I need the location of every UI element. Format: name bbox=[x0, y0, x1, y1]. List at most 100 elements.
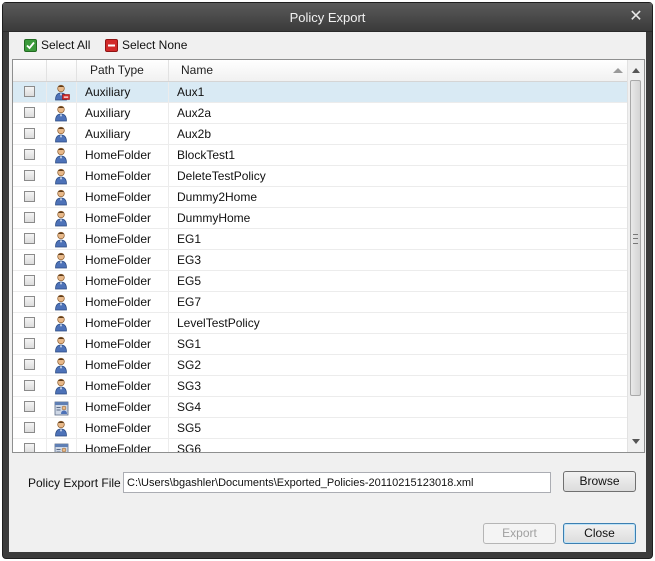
row-checkbox[interactable] bbox=[24, 401, 35, 412]
select-all-button[interactable]: Select All bbox=[24, 37, 90, 53]
table-row[interactable]: HomeFolder SG2 bbox=[13, 355, 629, 376]
group-icon bbox=[54, 441, 70, 452]
row-checkbox-cell bbox=[13, 187, 47, 207]
table-row[interactable]: HomeFolder Dummy2Home bbox=[13, 187, 629, 208]
row-checkbox[interactable] bbox=[24, 317, 35, 328]
header-name[interactable]: Name bbox=[169, 60, 629, 81]
row-checkbox-cell bbox=[13, 376, 47, 396]
row-name: SG2 bbox=[169, 355, 629, 375]
row-checkbox[interactable] bbox=[24, 380, 35, 391]
table-row[interactable]: HomeFolder SG6 bbox=[13, 439, 629, 452]
row-checkbox-cell bbox=[13, 166, 47, 186]
export-file-path-input[interactable] bbox=[123, 472, 551, 493]
row-name: Aux2a bbox=[169, 103, 629, 123]
table-row[interactable]: HomeFolder SG4 bbox=[13, 397, 629, 418]
row-checkbox[interactable] bbox=[24, 296, 35, 307]
row-checkbox-cell bbox=[13, 124, 47, 144]
row-checkbox[interactable] bbox=[24, 422, 35, 433]
table-row[interactable]: HomeFolder DeleteTestPolicy bbox=[13, 166, 629, 187]
table-row[interactable]: HomeFolder EG5 bbox=[13, 271, 629, 292]
row-checkbox-cell bbox=[13, 397, 47, 417]
row-checkbox[interactable] bbox=[24, 275, 35, 286]
close-button[interactable]: Close bbox=[563, 523, 636, 544]
vertical-scrollbar[interactable] bbox=[627, 60, 644, 452]
row-icon-cell bbox=[47, 166, 77, 186]
row-icon-cell bbox=[47, 145, 77, 165]
export-file-label: Policy Export File bbox=[28, 476, 121, 490]
title-bar[interactable]: Policy Export ✕ bbox=[3, 3, 652, 32]
table-row[interactable]: HomeFolder SG5 bbox=[13, 418, 629, 439]
row-checkbox[interactable] bbox=[24, 86, 35, 97]
row-checkbox[interactable] bbox=[24, 254, 35, 265]
close-icon[interactable]: ✕ bbox=[628, 9, 644, 25]
row-icon-cell bbox=[47, 439, 77, 452]
row-path-type: HomeFolder bbox=[77, 145, 169, 165]
row-path-type: HomeFolder bbox=[77, 292, 169, 312]
row-checkbox[interactable] bbox=[24, 128, 35, 139]
table-row[interactable]: HomeFolder LevelTestPolicy bbox=[13, 313, 629, 334]
row-checkbox[interactable] bbox=[24, 338, 35, 349]
row-icon-cell bbox=[47, 82, 77, 102]
row-name: SG3 bbox=[169, 376, 629, 396]
row-icon-cell bbox=[47, 355, 77, 375]
table-row[interactable]: Auxiliary Aux2b bbox=[13, 124, 629, 145]
table-row[interactable]: HomeFolder SG3 bbox=[13, 376, 629, 397]
row-checkbox[interactable] bbox=[24, 170, 35, 181]
row-path-type: HomeFolder bbox=[77, 313, 169, 333]
row-checkbox[interactable] bbox=[24, 233, 35, 244]
row-name: DeleteTestPolicy bbox=[169, 166, 629, 186]
table-row[interactable]: HomeFolder DummyHome bbox=[13, 208, 629, 229]
row-path-type: HomeFolder bbox=[77, 355, 169, 375]
row-name: SG5 bbox=[169, 418, 629, 438]
row-path-type: HomeFolder bbox=[77, 439, 169, 452]
table-row[interactable]: Auxiliary Aux2a bbox=[13, 103, 629, 124]
header-checkbox-column[interactable] bbox=[13, 60, 47, 81]
row-checkbox[interactable] bbox=[24, 191, 35, 202]
grid-header: Path Type Name bbox=[13, 60, 629, 82]
grid-rows: Auxiliary Aux1 Auxiliary Aux2a Auxiliary Aux2… bbox=[13, 82, 629, 452]
row-checkbox-cell bbox=[13, 334, 47, 354]
row-path-type: HomeFolder bbox=[77, 187, 169, 207]
row-path-type: Auxiliary bbox=[77, 82, 169, 102]
row-checkbox[interactable] bbox=[24, 359, 35, 370]
browse-button[interactable]: Browse bbox=[563, 471, 636, 492]
header-path-type[interactable]: Path Type bbox=[77, 60, 169, 81]
window-title: Policy Export bbox=[289, 10, 366, 25]
select-none-button[interactable]: Select None bbox=[105, 37, 187, 53]
row-name: DummyHome bbox=[169, 208, 629, 228]
row-checkbox[interactable] bbox=[24, 107, 35, 118]
row-path-type: HomeFolder bbox=[77, 376, 169, 396]
row-icon-cell bbox=[47, 208, 77, 228]
row-path-type: HomeFolder bbox=[77, 250, 169, 270]
table-row[interactable]: HomeFolder SG1 bbox=[13, 334, 629, 355]
row-name: LevelTestPolicy bbox=[169, 313, 629, 333]
row-name: EG7 bbox=[169, 292, 629, 312]
scroll-up-icon[interactable] bbox=[632, 68, 640, 73]
select-none-label: Select None bbox=[122, 38, 188, 52]
row-path-type: Auxiliary bbox=[77, 124, 169, 144]
table-row[interactable]: HomeFolder EG1 bbox=[13, 229, 629, 250]
export-button[interactable]: Export bbox=[483, 523, 556, 544]
header-icon-column[interactable] bbox=[47, 60, 77, 81]
table-row[interactable]: HomeFolder EG7 bbox=[13, 292, 629, 313]
row-icon-cell bbox=[47, 250, 77, 270]
table-row[interactable]: HomeFolder BlockTest1 bbox=[13, 145, 629, 166]
row-name: Aux1 bbox=[169, 82, 629, 102]
row-path-type: HomeFolder bbox=[77, 208, 169, 228]
row-checkbox[interactable] bbox=[24, 443, 35, 452]
scroll-down-icon[interactable] bbox=[632, 439, 640, 444]
minus-icon bbox=[105, 38, 118, 52]
row-path-type: HomeFolder bbox=[77, 166, 169, 186]
row-checkbox-cell bbox=[13, 439, 47, 452]
table-row[interactable]: HomeFolder EG3 bbox=[13, 250, 629, 271]
row-name: EG3 bbox=[169, 250, 629, 270]
row-checkbox[interactable] bbox=[24, 149, 35, 160]
row-checkbox-cell bbox=[13, 145, 47, 165]
table-row[interactable]: Auxiliary Aux1 bbox=[13, 82, 629, 103]
row-checkbox[interactable] bbox=[24, 212, 35, 223]
row-icon-cell bbox=[47, 334, 77, 354]
header-name-label: Name bbox=[181, 63, 214, 77]
select-all-label: Select All bbox=[41, 38, 91, 52]
scroll-thumb[interactable] bbox=[630, 80, 641, 396]
row-checkbox-cell bbox=[13, 82, 47, 102]
